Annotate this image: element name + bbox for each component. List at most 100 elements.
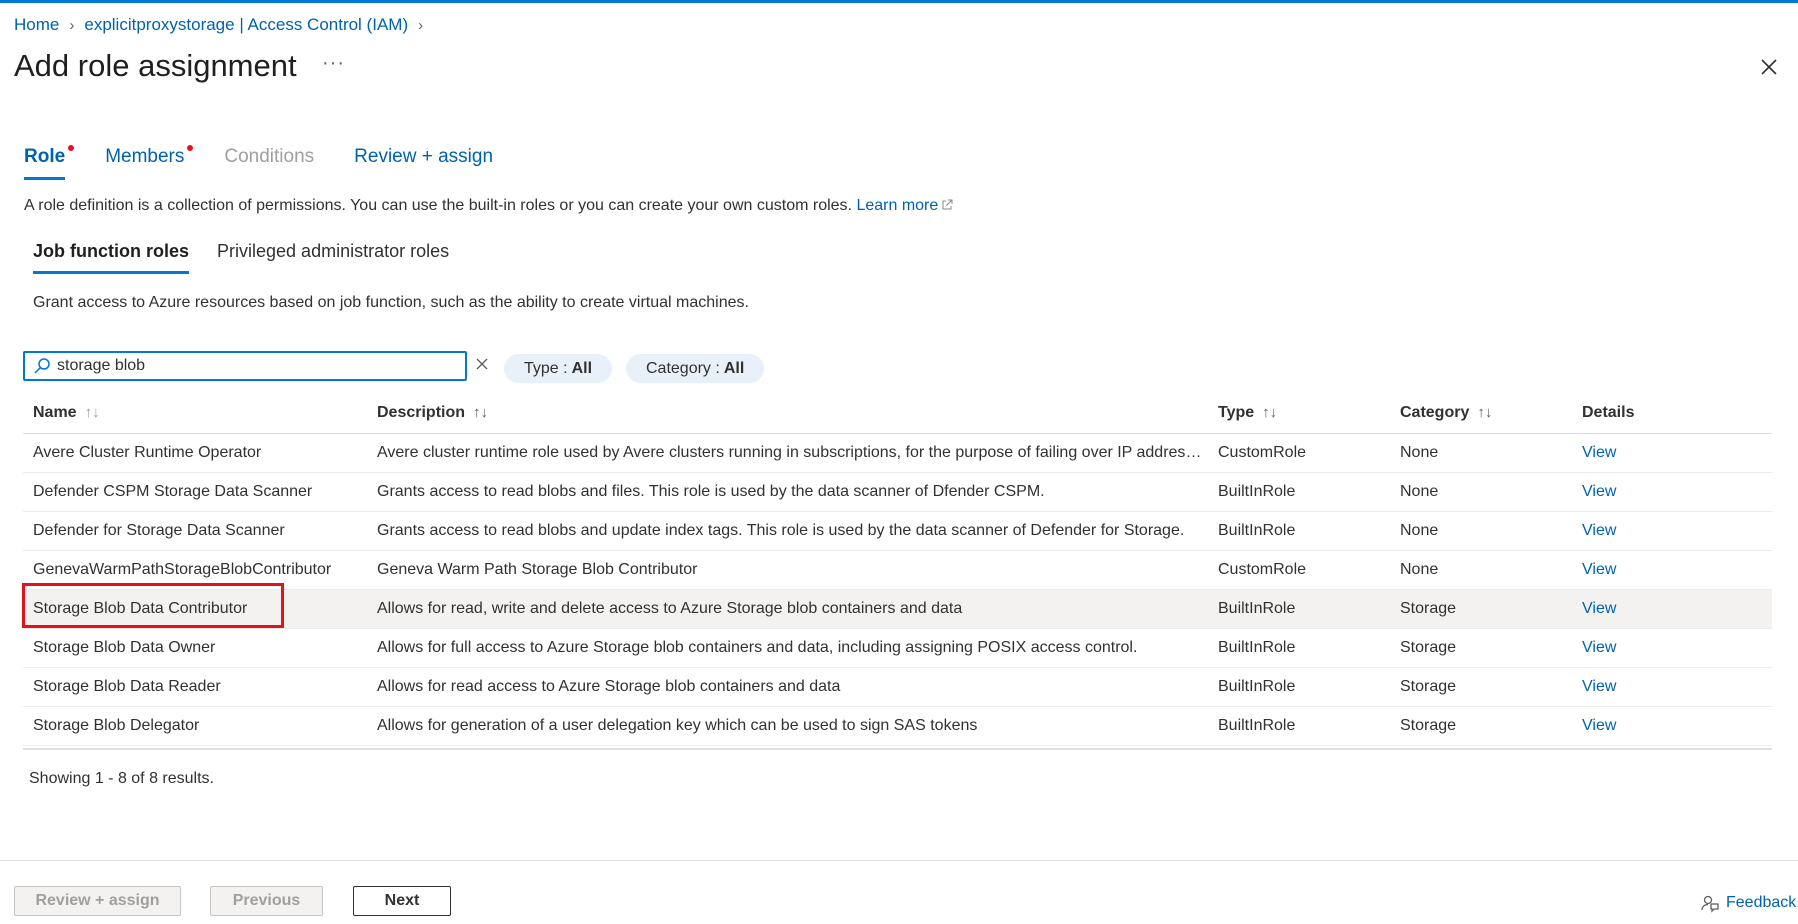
- tab-members[interactable]: Members: [105, 145, 194, 180]
- breadcrumb-resource[interactable]: explicitproxystorage | Access Control (I…: [84, 15, 408, 35]
- table-header-row: Name ↑↓ Description ↑↓ Type ↑↓ Category ↑↓ D…: [23, 393, 1772, 434]
- role-name: Avere Cluster Runtime Operator: [23, 433, 367, 473]
- tab-label: Role: [24, 146, 66, 167]
- wizard-tabs: Role Members Conditions Review + assign: [24, 145, 533, 180]
- role-name: Storage Blob Delegator: [23, 706, 367, 746]
- role-type: BuiltInRole: [1208, 472, 1390, 512]
- role-description: Allows for generation of a user delegati…: [367, 706, 1208, 746]
- tab-job-function-roles[interactable]: Job function roles: [33, 241, 190, 274]
- previous-button[interactable]: Previous: [210, 886, 323, 916]
- tab-review-assign[interactable]: Review + assign: [354, 146, 493, 180]
- table-row[interactable]: GenevaWarmPathStorageBlobContributor Gen…: [23, 550, 1772, 590]
- role-category: Storage: [1390, 667, 1572, 707]
- role-name: Storage Blob Data Owner: [23, 628, 367, 668]
- table-bottom-divider: [23, 748, 1772, 750]
- category-filter-label: Category :: [646, 359, 720, 377]
- role-category: None: [1390, 472, 1572, 512]
- close-icon[interactable]: [1758, 56, 1780, 78]
- table-row[interactable]: Defender CSPM Storage Data Scanner Grant…: [23, 472, 1772, 512]
- table-row[interactable]: Avere Cluster Runtime Operator Avere clu…: [23, 433, 1772, 473]
- tab-conditions[interactable]: Conditions: [224, 146, 314, 180]
- role-type: CustomRole: [1208, 433, 1390, 473]
- roles-table: Name ↑↓ Description ↑↓ Type ↑↓ Category ↑↓ D…: [23, 393, 1772, 746]
- role-description: Avere cluster runtime role used by Avere…: [367, 433, 1208, 473]
- column-header-name[interactable]: Name ↑↓: [23, 393, 367, 434]
- role-category: None: [1390, 511, 1572, 551]
- footer-divider: [0, 860, 1798, 861]
- job-function-description: Grant access to Azure resources based on…: [33, 294, 749, 311]
- role-category: Storage: [1390, 628, 1572, 668]
- tab-privileged-administrator-roles[interactable]: Privileged administrator roles: [217, 241, 449, 274]
- table-row[interactable]: Storage Blob Data Reader Allows for read…: [23, 667, 1772, 707]
- role-description: Allows for full access to Azure Storage …: [367, 628, 1208, 668]
- role-details: View: [1572, 511, 1772, 551]
- search-input[interactable]: [57, 357, 457, 375]
- view-link[interactable]: View: [1582, 639, 1616, 656]
- search-icon: [34, 358, 50, 374]
- role-description: Grants access to read blobs and files. T…: [367, 472, 1208, 512]
- learn-more-label: Learn more: [856, 197, 939, 214]
- column-header-label: Name: [33, 403, 77, 421]
- table-row[interactable]: Defender for Storage Data Scanner Grants…: [23, 511, 1772, 551]
- table-row[interactable]: Storage Blob Data Owner Allows for full …: [23, 628, 1772, 668]
- clear-search-icon[interactable]: [475, 357, 489, 371]
- role-type: BuiltInRole: [1208, 706, 1390, 746]
- type-filter-value: All: [571, 359, 593, 377]
- tab-label: Review + assign: [354, 146, 494, 167]
- table-row-selected[interactable]: Storage Blob Data Contributor Allows for…: [23, 589, 1772, 629]
- breadcrumb-home[interactable]: Home: [14, 15, 59, 35]
- column-header-label: Category: [1400, 403, 1470, 421]
- view-link[interactable]: View: [1582, 678, 1616, 695]
- type-filter-pill[interactable]: Type : All: [504, 354, 613, 383]
- role-type: BuiltInRole: [1208, 589, 1390, 629]
- sort-icon: ↑↓: [473, 403, 489, 421]
- chevron-right-icon: ›: [418, 16, 424, 34]
- column-header-label: Description: [377, 403, 466, 421]
- feedback-icon: [1701, 895, 1719, 913]
- role-type-tabs: Job function roles Privileged administra…: [33, 241, 477, 274]
- chevron-right-icon: ›: [69, 16, 75, 34]
- review-assign-button[interactable]: Review + assign: [14, 886, 181, 916]
- column-header-description[interactable]: Description ↑↓: [367, 393, 1208, 434]
- role-type: BuiltInRole: [1208, 628, 1390, 668]
- learn-more-link[interactable]: Learn more: [856, 197, 953, 214]
- role-description: Geneva Warm Path Storage Blob Contributo…: [367, 550, 1208, 590]
- role-category: Storage: [1390, 706, 1572, 746]
- role-description: Allows for read, write and delete access…: [367, 589, 1208, 629]
- table-row[interactable]: Storage Blob Delegator Allows for genera…: [23, 706, 1772, 746]
- next-button[interactable]: Next: [353, 886, 451, 916]
- tab-label: Members: [105, 146, 185, 167]
- role-description-text: A role definition is a collection of per…: [24, 197, 852, 214]
- role-name: Storage Blob Data Contributor: [23, 589, 367, 629]
- role-type: CustomRole: [1208, 550, 1390, 590]
- role-name: GenevaWarmPathStorageBlobContributor: [23, 550, 367, 590]
- view-link[interactable]: View: [1582, 522, 1616, 539]
- tab-label: Conditions: [224, 146, 315, 167]
- view-link[interactable]: View: [1582, 444, 1616, 461]
- role-description: Allows for read access to Azure Storage …: [367, 667, 1208, 707]
- category-filter-pill[interactable]: Category : All: [626, 354, 765, 383]
- view-link[interactable]: View: [1582, 483, 1616, 500]
- view-link[interactable]: View: [1582, 717, 1616, 734]
- role-type: BuiltInRole: [1208, 667, 1390, 707]
- tab-role[interactable]: Role: [24, 145, 75, 180]
- role-details: View: [1572, 589, 1772, 629]
- column-header-label: Type: [1218, 403, 1255, 421]
- view-link[interactable]: View: [1582, 600, 1616, 617]
- breadcrumb: Home › explicitproxystorage | Access Con…: [14, 15, 433, 35]
- feedback-link[interactable]: Feedback: [1700, 893, 1796, 913]
- role-type: BuiltInRole: [1208, 511, 1390, 551]
- role-details: View: [1572, 433, 1772, 473]
- role-details: View: [1572, 667, 1772, 707]
- sort-icon: ↑↓: [84, 403, 100, 421]
- role-category: None: [1390, 433, 1572, 473]
- more-options-icon[interactable]: ···: [322, 52, 345, 75]
- role-name: Storage Blob Data Reader: [23, 667, 367, 707]
- search-box[interactable]: [23, 351, 467, 381]
- column-header-type[interactable]: Type ↑↓: [1208, 393, 1390, 434]
- view-link[interactable]: View: [1582, 561, 1616, 578]
- external-link-icon: [942, 199, 953, 210]
- column-header-category[interactable]: Category ↑↓: [1390, 393, 1572, 434]
- page-title: Add role assignment: [14, 48, 297, 83]
- role-category: Storage: [1390, 589, 1572, 629]
